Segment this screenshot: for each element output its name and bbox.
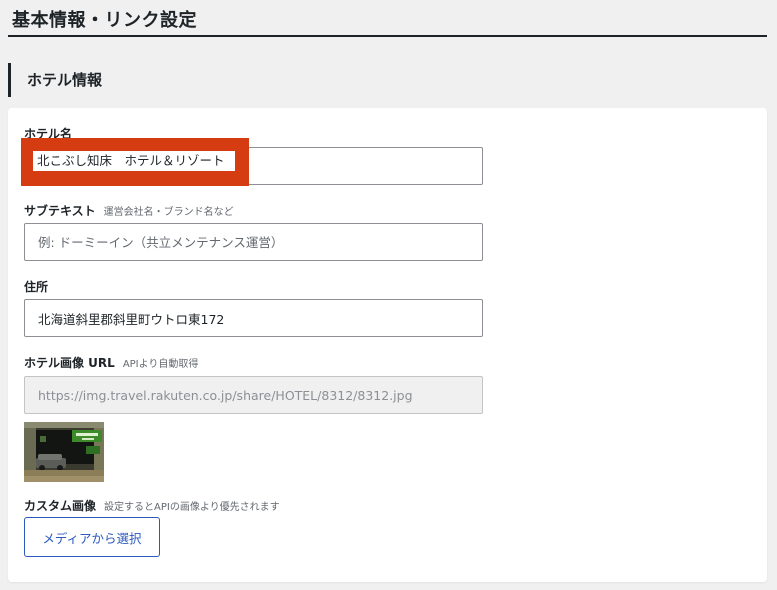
select-from-media-button[interactable]: メディアから選択 <box>24 517 160 557</box>
address-label-text: 住所 <box>24 280 49 294</box>
hotel-name-input[interactable] <box>24 147 483 185</box>
subtext-input[interactable] <box>24 223 483 261</box>
title-divider <box>8 35 767 37</box>
hotel-name-label-text: ホテル名 <box>24 127 73 141</box>
page-title: 基本情報・リンク設定 <box>12 10 197 31</box>
custom-image-label: カスタム画像 設定するとAPIの画像より優先されます <box>24 497 280 514</box>
custom-image-label-text: カスタム画像 <box>24 499 97 513</box>
address-input[interactable] <box>24 299 483 337</box>
image-url-hint: APIより自動取得 <box>122 359 199 370</box>
address-label: 住所 <box>24 278 48 295</box>
hotel-name-label: ホテル名 <box>24 125 72 142</box>
subtext-label: サブテキスト 運営会社名・ブランド名など <box>24 202 234 219</box>
image-url-input[interactable] <box>24 376 483 414</box>
image-url-label: ホテル画像 URL APIより自動取得 <box>24 354 198 371</box>
subtext-hint: 運営会社名・ブランド名など <box>103 207 234 218</box>
image-url-label-text: ホテル画像 URL <box>24 356 115 370</box>
hotel-image-thumbnail <box>24 422 104 482</box>
subtext-label-text: サブテキスト <box>24 204 96 218</box>
custom-image-hint: 設定するとAPIの画像より優先されます <box>104 502 280 513</box>
section-heading: ホテル情報 <box>8 63 102 97</box>
